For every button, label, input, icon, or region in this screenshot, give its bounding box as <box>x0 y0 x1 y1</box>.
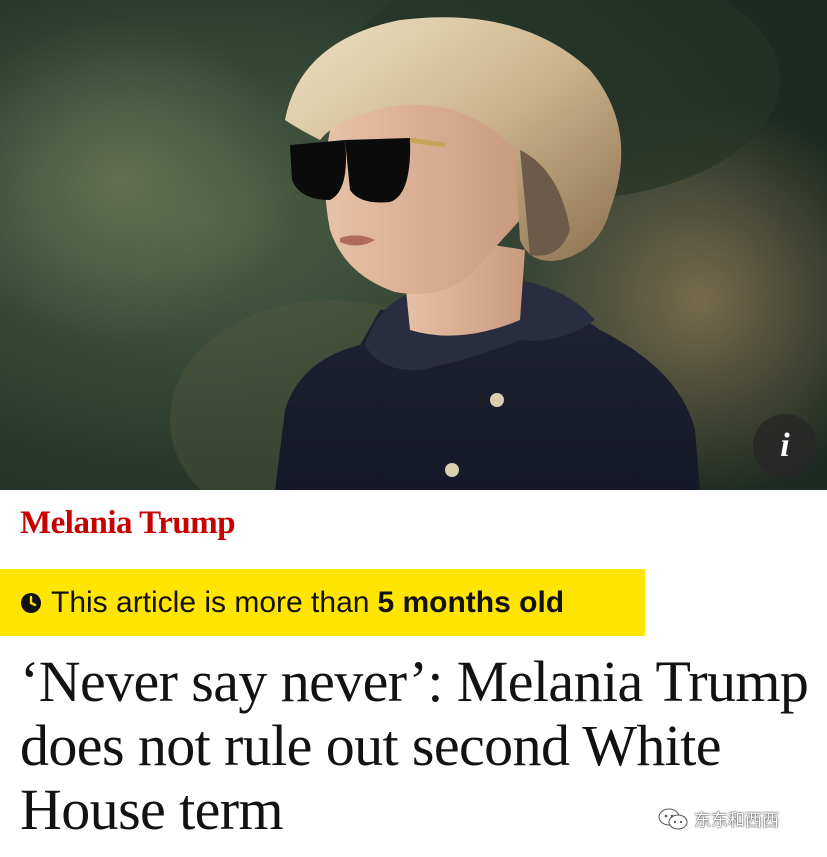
watermark-text: 东东和西西 <box>694 811 779 831</box>
wechat-icon <box>658 808 688 829</box>
hero-image: i <box>0 0 827 490</box>
hero-photo <box>0 0 827 490</box>
info-button[interactable]: i <box>753 414 817 478</box>
watermark: 东东和西西 <box>658 806 779 831</box>
section-kicker-link[interactable]: Melania Trump <box>20 505 236 542</box>
article-age-warning: This article is more than 5 months old <box>0 569 645 636</box>
age-warning-duration: 5 months old <box>377 585 565 619</box>
clock-icon <box>21 592 41 613</box>
age-warning-prefix: This article is more than <box>51 585 370 619</box>
info-icon: i <box>780 427 790 464</box>
